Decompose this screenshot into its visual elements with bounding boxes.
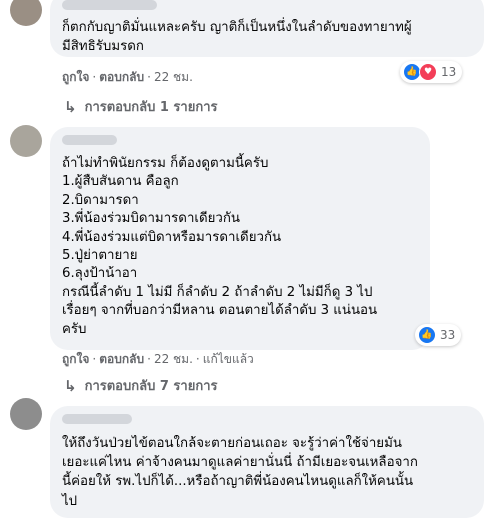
reply-arrow-icon: ↳ — [64, 376, 77, 395]
comment-2-text-line: 1.ผู้สืบสันดาน คือลูก — [62, 174, 179, 190]
comment-2-like-button[interactable]: ถูกใจ — [62, 352, 89, 366]
comment-2-reaction-count: 33 — [440, 328, 456, 342]
reply-arrow-icon: ↳ — [64, 97, 77, 116]
comment-3-avatar[interactable] — [10, 398, 42, 430]
comment-3-bubble: ให้ถึงวันป่วยไข้ตอนใกล้จะตายก่อนเถอะ จะร… — [50, 406, 484, 518]
comment-1-reaction-count: 13 — [441, 65, 457, 79]
comment-2-actions: ถูกใจ · ตอบกลับ · 22 ชม. · แก้ไขแล้ว — [62, 350, 254, 369]
comment-2-edited-label[interactable]: แก้ไขแล้ว — [203, 352, 254, 366]
comment-2-avatar[interactable] — [10, 125, 42, 157]
comment-2-text-line: ถ้าไม่ทำพินัยกรรม ก็ต้องดูตามนี้ครับ — [62, 156, 269, 171]
like-icon: 👍 — [418, 326, 436, 344]
comment-1-timestamp[interactable]: 22 ชม. — [154, 70, 193, 84]
comment-3-text-line: เยอะแค่ไหน ค่าจ้างคนมาดูแลค่ายานั่นนี่ ถ… — [62, 455, 418, 471]
comment-1-avatar[interactable] — [10, 0, 42, 26]
comment-2-reactions[interactable]: 👍 33 — [415, 324, 462, 346]
separator-dot: · — [147, 70, 151, 84]
love-icon: ♥ — [419, 63, 437, 81]
comment-2-replies-label: การตอบกลับ 7 รายการ — [84, 379, 218, 394]
comment-2-text-line: 5.ปู่ย่าตายาย — [62, 248, 138, 264]
comment-1-bubble: ก็ตกกับญาติมั่นแหละครับ ญาติก็เป็นหนึ่งใ… — [50, 0, 484, 57]
comment-2-text-line: ครับ — [62, 321, 87, 337]
comment-2-text-line: 3.พี่น้องร่วมบิดามารดาเดียวกัน — [62, 211, 240, 227]
comment-1-author-name-blurred[interactable] — [62, 0, 157, 10]
separator-dot: · — [147, 352, 151, 366]
comment-1-reactions[interactable]: 👍 ♥ 13 — [400, 61, 463, 83]
comment-2-text-line: 2.บิดามารดา — [62, 192, 139, 208]
comment-2-author-name-blurred[interactable] — [62, 135, 117, 145]
comment-3-text-line: นี้ค่อยให้ รพ.ไปก็ได้...หรือถ้าญาติพี่น้… — [62, 474, 414, 490]
comment-2-reply-button[interactable]: ตอบกลับ — [99, 352, 144, 366]
comment-3-author-name-blurred[interactable] — [62, 414, 132, 424]
separator-dot: · — [92, 352, 97, 366]
comment-2-text-line: 6.ลุงป้าน้าอา — [62, 266, 138, 282]
comment-1-actions: ถูกใจ · ตอบกลับ · 22 ชม. — [62, 68, 193, 87]
comment-2-text-line: กรณีนี้ลำดับ 1 ไม่มี ก็ลำดับ 2 ถ้าลำดับ … — [62, 284, 373, 300]
comment-2-bubble: ถ้าไม่ทำพินัยกรรม ก็ต้องดูตามนี้ครับ 1.ผ… — [50, 127, 430, 350]
comment-2-text-line: 4.พี่น้องร่วมแต่บิดาหรือมารดาเดียวกัน — [62, 229, 282, 245]
comment-3-text-line: ให้ถึงวันป่วยไข้ตอนใกล้จะตายก่อนเถอะ จะร… — [62, 436, 402, 451]
comment-3-text-line: ไป — [62, 493, 78, 509]
comment-1-text-line: ก็ตกกับญาติมั่นแหละครับ ญาติก็เป็นหนึ่งใ… — [62, 20, 412, 35]
separator-dot: · — [92, 70, 97, 84]
comment-1-view-replies[interactable]: ↳ การตอบกลับ 1 รายการ — [64, 96, 217, 117]
comment-1-reply-button[interactable]: ตอบกลับ — [99, 70, 144, 84]
separator-dot: · — [195, 352, 200, 366]
comment-1-replies-label: การตอบกลับ 1 รายการ — [84, 100, 218, 115]
comment-1-text-line: มีสิทธิรับมรดก — [62, 39, 144, 54]
comment-2-view-replies[interactable]: ↳ การตอบกลับ 7 รายการ — [64, 375, 217, 396]
comment-2-timestamp[interactable]: 22 ชม. — [154, 352, 193, 366]
comment-1-like-button[interactable]: ถูกใจ — [62, 70, 89, 84]
comment-2-text-line: เรื่อยๆ จากที่บอกว่ามีหลาน ตอนตายได้ลำดั… — [62, 303, 378, 319]
